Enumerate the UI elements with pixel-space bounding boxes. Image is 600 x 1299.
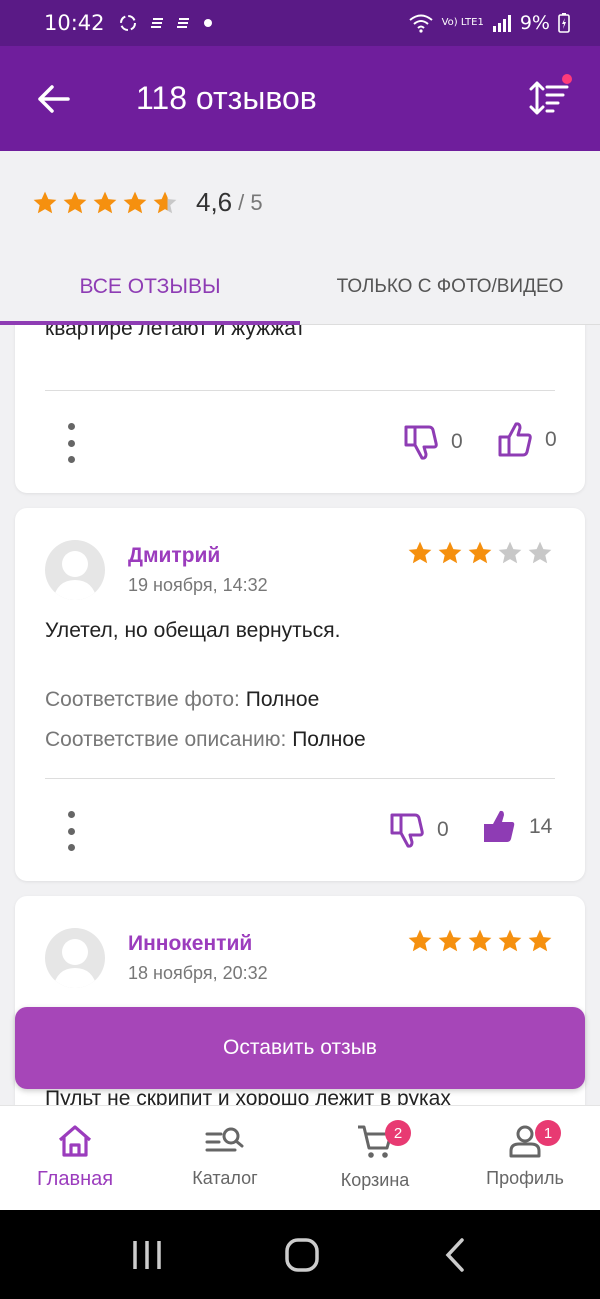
- home-icon: [58, 1125, 92, 1157]
- rating-summary: 4,6 / 5: [32, 187, 263, 218]
- description-match-label: Соответствие описанию:: [45, 728, 287, 751]
- review-author[interactable]: Иннокентий: [128, 932, 252, 956]
- sync-icon: [119, 15, 136, 31]
- arrow-left-icon: [38, 84, 70, 113]
- review-stars: [407, 540, 553, 566]
- nav-profile-label: Профиль: [486, 1168, 564, 1188]
- photo-match-label: Соответствие фото:: [45, 688, 240, 711]
- star-filled-icon: [33, 191, 57, 213]
- like-button[interactable]: 0: [497, 421, 557, 459]
- like-button[interactable]: 14: [481, 808, 552, 846]
- page-title: 118 отзывов: [136, 80, 317, 116]
- star-filled-icon: [408, 929, 432, 952]
- reviews-list[interactable]: квартире летают и жужжат 0 0 Дмитрий 19 …: [0, 325, 600, 1105]
- rating-stars: [32, 190, 178, 216]
- back-button[interactable]: [0, 46, 106, 151]
- profile-badge: 1: [535, 1120, 561, 1146]
- star-filled-icon: [438, 929, 462, 952]
- review-author[interactable]: Дмитрий: [128, 544, 220, 568]
- review-date: 18 ноября, 20:32: [128, 963, 268, 983]
- thumbs-up-filled-icon: [484, 810, 515, 842]
- dislike-count: 0: [451, 430, 463, 453]
- like-count: 0: [545, 428, 557, 451]
- rating-max: / 5: [238, 189, 263, 215]
- message-icon-2: [176, 18, 189, 28]
- battery-level: 9%: [519, 12, 550, 34]
- signal-icon: [492, 15, 511, 32]
- leave-review-button[interactable]: Оставить отзыв: [15, 1007, 585, 1089]
- status-time: 10:42: [44, 11, 105, 35]
- divider: [45, 778, 555, 779]
- message-icon: [150, 18, 163, 28]
- bottom-navigation: Главная Каталог 2 Корзина 1 Профиль: [0, 1105, 600, 1210]
- review-text: Улетел, но обещал вернуться.: [45, 619, 341, 642]
- dislike-button[interactable]: 0: [403, 423, 463, 461]
- cart-badge: 2: [385, 1120, 411, 1146]
- sort-indicator-dot: [562, 74, 572, 84]
- nav-cart-label: Корзина: [340, 1170, 410, 1190]
- nav-catalog-label: Каталог: [192, 1168, 258, 1188]
- description-match-value: Полное: [292, 728, 366, 751]
- description-match: Соответствие описанию: Полное: [45, 728, 366, 752]
- tab-all-reviews[interactable]: ВСЕ ОТЗЫВЫ: [0, 249, 300, 325]
- photo-match: Соответствие фото: Полное: [45, 688, 319, 712]
- review-tabs: ВСЕ ОТЗЫВЫ ТОЛЬКО С ФОТО/ВИДЕО: [0, 249, 600, 325]
- more-options-button[interactable]: [61, 811, 81, 851]
- star-filled-icon: [438, 541, 462, 564]
- catalog-search-icon: [205, 1127, 244, 1152]
- nav-home-label: Главная: [36, 1168, 114, 1190]
- review-text: квартире летают и жужжат: [45, 325, 306, 340]
- battery-icon: [558, 13, 570, 33]
- status-bar: 10:42 Vo) LTE1 9%: [0, 0, 600, 46]
- tab-photo-video[interactable]: ТОЛЬКО С ФОТО/ВИДЕО: [300, 249, 600, 324]
- system-navigation: [0, 1210, 600, 1299]
- user-avatar-icon: [53, 551, 97, 600]
- nav-cart[interactable]: 2 Корзина: [300, 1106, 450, 1210]
- nav-profile[interactable]: 1 Профиль: [450, 1106, 600, 1210]
- star-empty-icon: [528, 541, 552, 564]
- sort-button[interactable]: [522, 72, 576, 126]
- like-count: 14: [529, 815, 553, 838]
- user-avatar-icon: [53, 939, 97, 988]
- review-text: Пульт не скрипит и хорошо лежит в руках: [45, 1087, 451, 1105]
- more-options-button[interactable]: [61, 423, 81, 463]
- star-filled-icon: [498, 929, 522, 952]
- notification-icons: [117, 12, 213, 34]
- star-empty-icon: [498, 541, 522, 564]
- photo-match-value: Полное: [245, 688, 320, 711]
- back-system-icon[interactable]: [440, 1237, 470, 1273]
- star-partial-icon: [153, 191, 177, 213]
- nav-home[interactable]: Главная: [0, 1106, 150, 1210]
- star-filled-icon: [468, 929, 492, 952]
- rating-panel: 4,6 / 5 ВСЕ ОТЗЫВЫ ТОЛЬКО С ФОТО/ВИДЕО: [0, 151, 600, 325]
- star-filled-icon: [123, 191, 147, 213]
- status-right: Vo) LTE1 9%: [408, 12, 570, 34]
- thumbs-up-icon: [498, 422, 532, 457]
- review-date: 19 ноября, 14:32: [128, 575, 268, 595]
- dot-icon: [203, 19, 212, 27]
- thumbs-down-icon: [404, 425, 438, 460]
- nav-catalog[interactable]: Каталог: [150, 1106, 300, 1210]
- sort-icon: [529, 81, 569, 115]
- dislike-button[interactable]: 0: [389, 811, 449, 849]
- star-filled-icon: [93, 191, 117, 213]
- app-bar: 118 отзывов: [0, 46, 600, 151]
- wifi-icon: [408, 14, 433, 33]
- review-stars: [407, 928, 553, 954]
- divider: [45, 390, 555, 391]
- star-filled-icon: [63, 191, 87, 213]
- star-filled-icon: [408, 541, 432, 564]
- rating-value: 4,6: [196, 187, 233, 217]
- review-card: Дмитрий 19 ноября, 14:32 Улетел, но обещ…: [15, 508, 585, 881]
- star-filled-icon: [468, 541, 492, 564]
- avatar: [45, 540, 105, 600]
- thumbs-down-icon: [390, 813, 424, 848]
- review-card: квартире летают и жужжат 0 0: [15, 325, 585, 493]
- avatar: [45, 928, 105, 988]
- star-filled-icon: [528, 929, 552, 952]
- home-system-icon[interactable]: [283, 1236, 321, 1274]
- dislike-count: 0: [437, 818, 449, 841]
- recent-apps-icon[interactable]: [130, 1238, 164, 1272]
- network-label: Vo) LTE1: [441, 17, 484, 28]
